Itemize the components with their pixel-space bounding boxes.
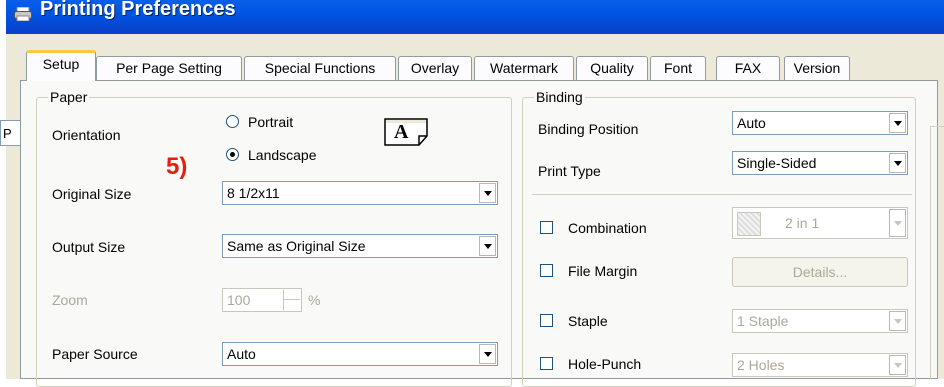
printer-icon [14, 7, 32, 21]
landscape-orientation-icon: A [384, 118, 428, 146]
hole-punch-select[interactable]: 2 Holes [732, 353, 908, 377]
zoom-unit: % [308, 292, 321, 308]
tab-quality[interactable]: Quality [576, 56, 648, 80]
print-type-value: Single-Sided [737, 155, 817, 171]
combination-checkbox[interactable] [540, 221, 553, 234]
paper-source-select[interactable]: Auto [222, 342, 498, 366]
original-size-select[interactable]: 8 1/2x11 [222, 181, 498, 205]
hole-punch-checkbox[interactable] [540, 357, 553, 370]
tab-version[interactable]: Version [784, 56, 850, 80]
chevron-down-icon[interactable] [479, 236, 496, 256]
tab-per-page-setting[interactable]: Per Page Setting [96, 56, 242, 80]
hole-punch-label[interactable]: Hole-Punch [568, 355, 641, 373]
binding-position-value: Auto [737, 115, 766, 131]
combination-value: 2 in 1 [785, 215, 820, 231]
paper-source-value: Auto [227, 346, 256, 362]
tab-special-functions[interactable]: Special Functions [244, 56, 396, 80]
chevron-down-icon[interactable] [479, 344, 496, 364]
output-size-label: Output Size [52, 239, 126, 255]
chevron-down-icon[interactable] [889, 355, 906, 375]
chevron-down-icon[interactable] [889, 153, 906, 173]
combination-select[interactable]: 2 in 1 [732, 207, 908, 239]
orientation-icon-letter: A [394, 121, 409, 143]
tab-watermark[interactable]: Watermark [474, 56, 574, 80]
combination-layout-icon [737, 212, 761, 236]
tab-fax[interactable]: FAX [716, 56, 780, 80]
spinner-arrows-icon[interactable] [283, 290, 300, 310]
paper-group-label: Paper [48, 89, 90, 105]
chevron-down-icon[interactable] [479, 183, 496, 203]
file-margin-checkbox[interactable] [540, 264, 553, 277]
details-button[interactable]: Details... [732, 257, 908, 287]
zoom-value: 100 [227, 292, 251, 308]
tab-font[interactable]: Font [650, 56, 706, 80]
paper-source-label: Paper Source [52, 346, 138, 362]
hole-punch-value: 2 Holes [737, 357, 785, 373]
background-fragment: P [0, 120, 22, 146]
staple-select[interactable]: 1 Staple [732, 309, 908, 333]
chevron-down-icon[interactable] [889, 113, 906, 133]
binding-group [522, 97, 916, 387]
binding-position-select[interactable]: Auto [732, 111, 908, 135]
chevron-down-icon[interactable] [889, 311, 906, 331]
file-margin-label[interactable]: File Margin [568, 262, 637, 280]
zoom-spinner[interactable]: 100 [222, 288, 302, 312]
binding-group-label: Binding [534, 89, 585, 105]
landscape-label[interactable]: Landscape [248, 146, 317, 164]
original-size-label: Original Size [52, 186, 132, 202]
output-size-value: Same as Original Size [227, 238, 366, 254]
binding-position-label: Binding Position [538, 121, 639, 137]
print-type-select[interactable]: Single-Sided [732, 151, 908, 175]
combination-label[interactable]: Combination [568, 219, 647, 237]
window-title: Printing Preferences [40, 0, 236, 20]
adjacent-group-edge [930, 126, 944, 379]
zoom-label: Zoom [52, 292, 88, 308]
original-size-value: 8 1/2x11 [227, 185, 280, 201]
step-annotation: 5) [166, 153, 188, 180]
output-size-select[interactable]: Same as Original Size [222, 234, 498, 258]
staple-label[interactable]: Staple [568, 312, 608, 330]
chevron-down-icon[interactable] [889, 209, 906, 237]
staple-checkbox[interactable] [540, 314, 553, 327]
print-type-label: Print Type [538, 163, 601, 179]
tab-overlay[interactable]: Overlay [398, 56, 472, 80]
orientation-label: Orientation [52, 127, 121, 143]
portrait-label[interactable]: Portrait [248, 113, 293, 131]
staple-value: 1 Staple [737, 313, 789, 329]
portrait-radio[interactable] [226, 115, 239, 128]
landscape-radio[interactable] [226, 148, 239, 161]
binding-divider [532, 194, 912, 195]
tab-setup[interactable]: Setup [26, 50, 96, 81]
